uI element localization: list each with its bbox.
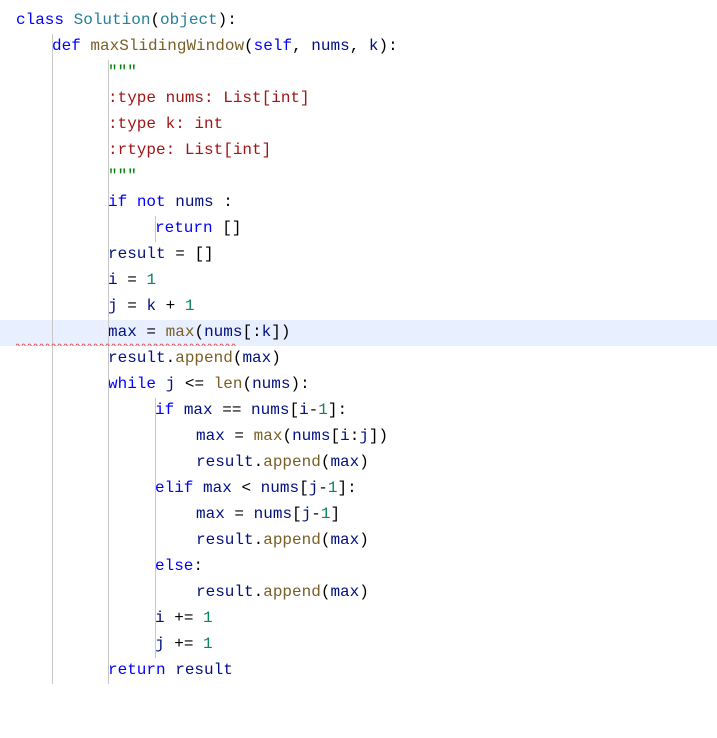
code-line-18: result.append(max) bbox=[0, 450, 717, 476]
code-line-22: else: bbox=[0, 554, 717, 580]
code-line-3: """ bbox=[0, 60, 717, 86]
code-line-6: :rtype: List[int] bbox=[0, 138, 717, 164]
code-line-2: def maxSlidingWindow(self, nums, k): bbox=[0, 34, 717, 60]
code-line-1: class Solution(object): bbox=[0, 8, 717, 34]
code-line-16: if max == nums[i-1]: bbox=[0, 398, 717, 424]
code-line-14: result.append(max) bbox=[0, 346, 717, 372]
code-line-5: :type k: int bbox=[0, 112, 717, 138]
code-line-11: i = 1 bbox=[0, 268, 717, 294]
code-line-15: while j <= len(nums): bbox=[0, 372, 717, 398]
code-line-9: return [] bbox=[0, 216, 717, 242]
code-line-17: max = max(nums[i:j]) bbox=[0, 424, 717, 450]
code-line-19: elif max < nums[j-1]: bbox=[0, 476, 717, 502]
code-line-25: j += 1 bbox=[0, 632, 717, 658]
code-line-23: result.append(max) bbox=[0, 580, 717, 606]
code-block: class Solution(object): def maxSlidingWi… bbox=[0, 0, 717, 692]
code-line-10: result = [] bbox=[0, 242, 717, 268]
code-container: class Solution(object): def maxSlidingWi… bbox=[0, 0, 717, 738]
code-line-13: max = max(nums[:k]) bbox=[0, 320, 717, 346]
code-line-20: max = nums[j-1] bbox=[0, 502, 717, 528]
code-line-26: return result bbox=[0, 658, 717, 684]
code-line-24: i += 1 bbox=[0, 606, 717, 632]
code-line-12: j = k + 1 bbox=[0, 294, 717, 320]
code-line-7: """ bbox=[0, 164, 717, 190]
code-line-4: :type nums: List[int] bbox=[0, 86, 717, 112]
code-line-21: result.append(max) bbox=[0, 528, 717, 554]
code-line-8: if not nums : bbox=[0, 190, 717, 216]
